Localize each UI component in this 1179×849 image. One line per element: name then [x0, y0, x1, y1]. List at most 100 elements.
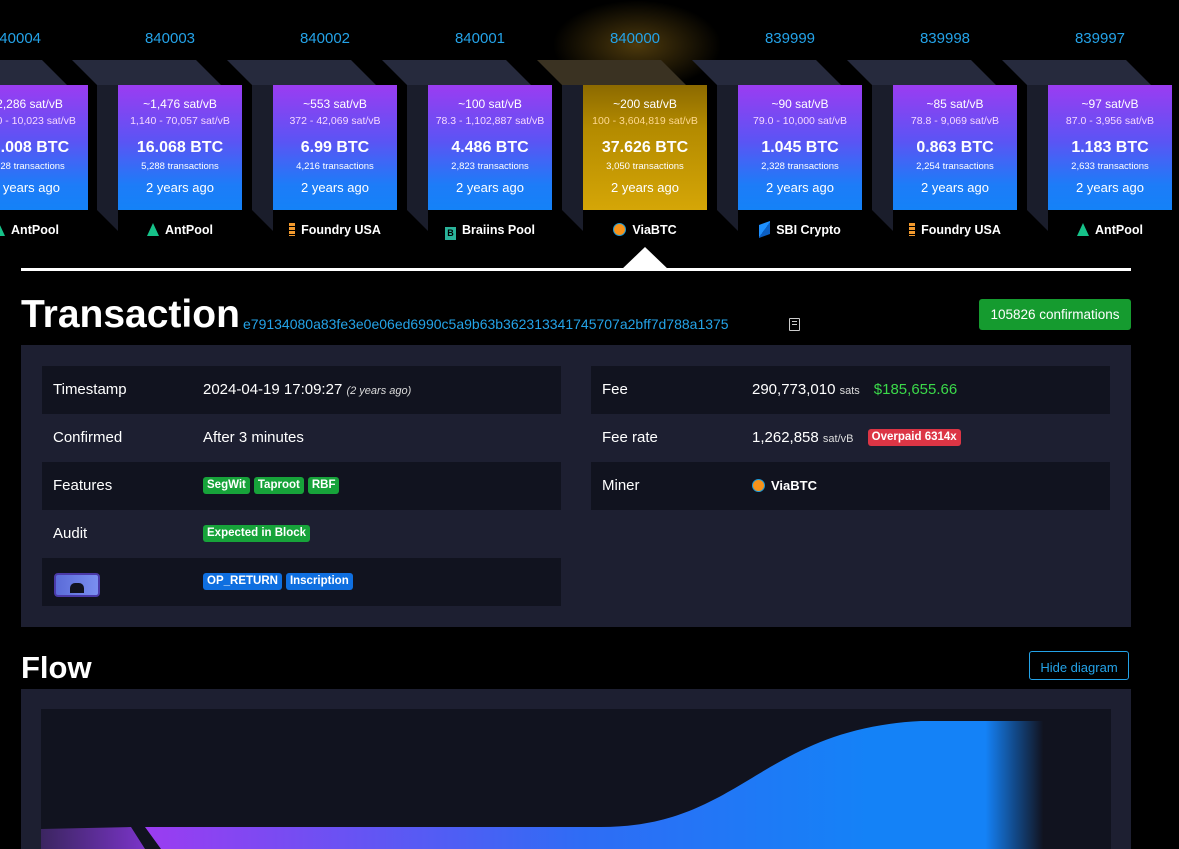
block-total-fees: 0.863 BTC — [916, 139, 994, 156]
block-pool[interactable]: AntPool — [0, 223, 88, 237]
confirmations-badge: 105826 confirmations — [979, 299, 1131, 330]
block-pool[interactable]: B Braiins Pool — [428, 223, 552, 240]
block-fee-range: 1,190 - 10,023 sat/vB — [0, 115, 76, 127]
block-839999[interactable]: 839999 ~90 sat/vB 79.0 - 10,000 sat/vB 1… — [692, 0, 863, 272]
block-pool[interactable]: SBI Crypto — [738, 220, 862, 239]
miner-row: Miner ViaBTC — [591, 462, 1110, 510]
antpool-icon — [1077, 223, 1090, 236]
flow-diagram[interactable] — [41, 709, 1111, 849]
hide-diagram-button[interactable]: Hide diagram — [1029, 651, 1129, 680]
overpaid-badge[interactable]: Overpaid 6314x — [867, 429, 961, 446]
flow-input-stub — [41, 827, 145, 849]
block-median-fee: ~1,476 sat/vB — [143, 97, 217, 111]
block-time-ago: 2 years ago — [0, 180, 60, 195]
braiins-icon: B — [445, 227, 457, 240]
block-height[interactable]: 839997 — [1027, 30, 1173, 47]
block-total-fees: 6.99 BTC — [300, 139, 370, 156]
block-fee-range: 87.0 - 3,956 sat/vB — [1065, 115, 1155, 127]
block-pool[interactable]: Foundry USA — [273, 223, 397, 237]
foundry-icon — [289, 223, 296, 236]
block-cube[interactable]: ~2,286 sat/vB 1,190 - 10,023 sat/vB 16.0… — [0, 60, 89, 210]
transaction-details: Timestamp 2024-04-19 17:09:27 (2 years a… — [21, 345, 1131, 627]
flow-title: Flow — [21, 650, 92, 685]
ordinals-row: OP_RETURN Inscription — [42, 558, 561, 606]
confirmed-value: After 3 minutes — [203, 429, 304, 446]
block-839997[interactable]: 839997 ~97 sat/vB 87.0 - 3,956 sat/vB 1.… — [1002, 0, 1173, 272]
block-median-fee: ~2,286 sat/vB — [0, 97, 63, 111]
block-total-fees: 16.068 BTC — [136, 139, 224, 156]
features-row: Features SegWit Taproot RBF — [42, 462, 561, 510]
block-cube[interactable]: ~90 sat/vB 79.0 - 10,000 sat/vB 1.045 BT… — [692, 60, 863, 231]
block-median-fee: ~90 sat/vB — [771, 97, 829, 111]
block-pool[interactable]: Foundry USA — [893, 223, 1017, 237]
timestamp-row: Timestamp 2024-04-19 17:09:27 (2 years a… — [42, 366, 561, 414]
copy-icon[interactable] — [789, 318, 800, 331]
timestamp-value: 2024-04-19 17:09:27 (2 years ago) — [203, 381, 412, 398]
viabtc-icon — [613, 223, 627, 236]
audit-row: Audit Expected in Block — [42, 510, 561, 558]
inscription-tag[interactable]: Inscription — [285, 573, 353, 590]
fee-value: 290,773,010 sats $185,655.66 — [752, 381, 958, 398]
block-tx-count: 4,216 transactions — [296, 161, 374, 172]
feature-rbf-tag[interactable]: RBF — [307, 477, 340, 494]
block-tx-count: 4,328 transactions — [0, 161, 65, 172]
block-840000[interactable]: 840000 ~200 sat/vB 100 - 3,604,819 sat/v… — [537, 0, 722, 272]
block-height[interactable]: 840000 — [562, 30, 708, 47]
block-840004[interactable]: 840004 ~2,286 sat/vB 1,190 - 10,023 sat/… — [0, 0, 89, 272]
block-median-fee: ~200 sat/vB — [613, 97, 677, 111]
block-tx-count: 2,328 transactions — [761, 161, 839, 172]
confirmed-label: Confirmed — [53, 429, 123, 446]
block-tx-count: 2,823 transactions — [451, 161, 529, 172]
miner-value[interactable]: ViaBTC — [752, 478, 817, 493]
block-cube[interactable]: ~85 sat/vB 78.8 - 9,069 sat/vB 0.863 BTC… — [847, 60, 1018, 231]
op-return-tag[interactable]: OP_RETURN — [203, 573, 282, 590]
fee-label: Fee — [602, 381, 628, 398]
block-pool[interactable]: ViaBTC — [583, 223, 707, 237]
block-total-fees: 37.626 BTC — [601, 139, 689, 156]
block-total-fees: 4.486 BTC — [451, 139, 529, 156]
blocks-divider — [21, 268, 1131, 271]
feature-segwit-tag[interactable]: SegWit — [203, 477, 250, 494]
fee-row: Fee 290,773,010 sats $185,655.66 — [591, 366, 1110, 414]
block-fee-range: 100 - 3,604,819 sat/vB — [592, 115, 698, 127]
flow-sankey — [41, 721, 1111, 849]
fee-usd: $185,655.66 — [873, 381, 958, 398]
block-fee-range: 78.8 - 9,069 sat/vB — [910, 115, 1000, 127]
block-height[interactable]: 840001 — [407, 30, 553, 47]
block-tx-count: 5,288 transactions — [141, 161, 219, 172]
block-total-fees: 1.183 BTC — [1071, 139, 1149, 156]
feature-taproot-tag[interactable]: Taproot — [253, 477, 304, 494]
block-cube[interactable]: ~1,476 sat/vB 1,140 - 70,057 sat/vB 16.0… — [72, 60, 243, 231]
block-median-fee: ~553 sat/vB — [303, 97, 367, 111]
fee-unit: sats — [839, 385, 860, 397]
block-cube[interactable]: ~97 sat/vB 87.0 - 3,956 sat/vB 1.183 BTC… — [1002, 60, 1173, 231]
block-pool[interactable]: AntPool — [1048, 223, 1172, 237]
audit-status-tag[interactable]: Expected in Block — [203, 525, 311, 542]
block-height[interactable]: 839999 — [717, 30, 863, 47]
block-median-fee: ~85 sat/vB — [926, 97, 984, 111]
block-pool[interactable]: AntPool — [118, 223, 242, 237]
block-height[interactable]: 840004 — [0, 30, 89, 47]
block-height[interactable]: 840003 — [97, 30, 243, 47]
ordinals-icon — [54, 573, 100, 597]
block-tx-count: 3,050 transactions — [606, 161, 684, 172]
block-median-fee: ~100 sat/vB — [458, 97, 522, 111]
block-839998[interactable]: 839998 ~85 sat/vB 78.8 - 9,069 sat/vB 0.… — [847, 0, 1018, 272]
block-cube[interactable]: ~100 sat/vB 78.3 - 1,102,887 sat/vB 4.48… — [382, 60, 553, 231]
block-840003[interactable]: 840003 ~1,476 sat/vB 1,140 - 70,057 sat/… — [72, 0, 243, 272]
block-840002[interactable]: 840002 ~553 sat/vB 372 - 42,069 sat/vB 6… — [227, 0, 398, 272]
block-height[interactable]: 839998 — [872, 30, 1018, 47]
block-height[interactable]: 840002 — [252, 30, 398, 47]
block-tx-count: 2,254 transactions — [916, 161, 994, 172]
fee-rate-unit: sat/vB — [822, 433, 854, 445]
transaction-id[interactable]: e79134080a83fe3e0e06ed6990c5a9b63b362313… — [243, 316, 729, 332]
timestamp-label: Timestamp — [53, 381, 127, 398]
blockchain-blocks: 840004 ~2,286 sat/vB 1,190 - 10,023 sat/… — [0, 0, 1179, 272]
block-cube[interactable]: ~200 sat/vB 100 - 3,604,819 sat/vB 37.62… — [537, 60, 708, 231]
viabtc-icon — [752, 479, 765, 492]
block-840001[interactable]: 840001 ~100 sat/vB 78.3 - 1,102,887 sat/… — [382, 0, 553, 272]
block-cube[interactable]: ~553 sat/vB 372 - 42,069 sat/vB 6.99 BTC… — [227, 60, 398, 231]
flow-output-path[interactable] — [145, 721, 1111, 849]
block-total-fees: 16.008 BTC — [0, 139, 70, 156]
block-time-ago: 2 years ago — [1076, 180, 1144, 195]
